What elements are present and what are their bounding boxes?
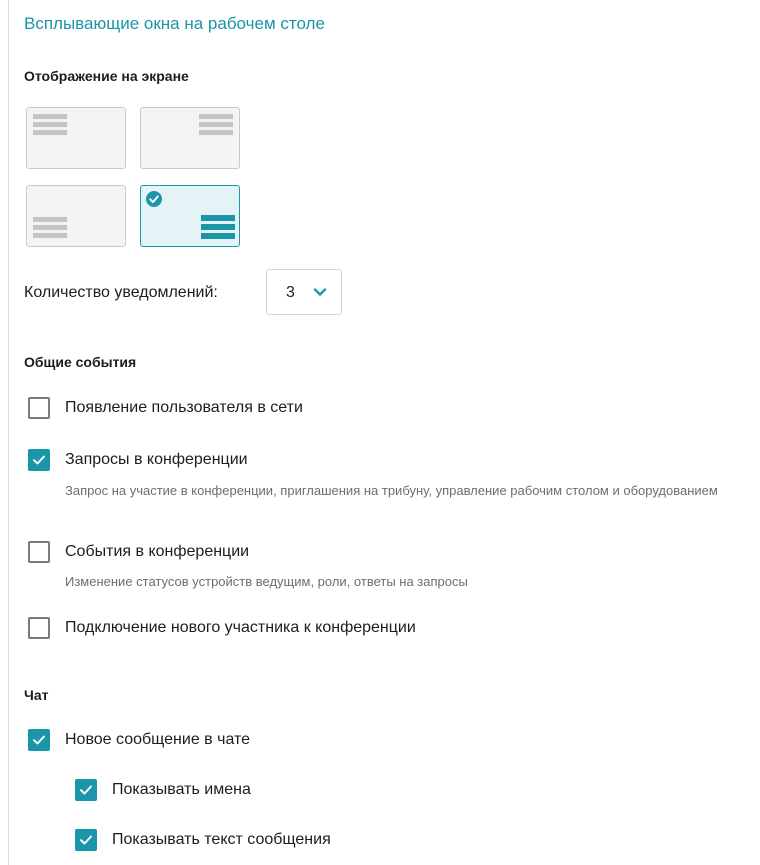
notification-count-label: Количество уведомлений: xyxy=(24,284,218,301)
conference-events-label: События в конференции xyxy=(65,543,250,560)
new-participant-label: Подключение нового участника к конференц… xyxy=(65,619,416,636)
notifications-settings-panel: Всплывающие окна на рабочем столе Отобра… xyxy=(24,0,760,865)
position-bottom-right-option[interactable] xyxy=(140,185,240,247)
top-left-bars-icon xyxy=(33,114,67,138)
position-top-left-option[interactable] xyxy=(26,107,126,169)
position-bottom-left-option[interactable] xyxy=(26,185,126,247)
checkbox-new-chat-message[interactable] xyxy=(28,729,50,751)
show-names-label: Показывать имена xyxy=(112,781,251,798)
checkmark-icon xyxy=(33,735,45,745)
checkbox-user-online[interactable] xyxy=(28,397,50,419)
checkmark-icon xyxy=(33,455,45,465)
panel-border xyxy=(8,0,9,865)
chat-heading: Чат xyxy=(24,687,49,703)
conference-requests-label: Запросы в конференции xyxy=(65,451,248,468)
notification-count-value: 3 xyxy=(286,284,295,301)
bottom-right-bars-icon xyxy=(201,215,235,242)
checkmark-icon xyxy=(80,835,92,845)
page-title: Всплывающие окна на рабочем столе xyxy=(24,14,325,33)
checkmark-icon xyxy=(80,785,92,795)
bottom-left-bars-icon xyxy=(33,217,67,241)
display-heading: Отображение на экране xyxy=(24,68,189,84)
position-top-right-option[interactable] xyxy=(140,107,240,169)
notification-count-select[interactable]: 3 xyxy=(266,269,342,315)
general-events-heading: Общие события xyxy=(24,354,137,370)
selected-check-icon xyxy=(146,191,162,207)
checkbox-show-message-text[interactable] xyxy=(75,829,97,851)
checkbox-conference-requests[interactable] xyxy=(28,449,50,471)
new-chat-message-label: Новое сообщение в чате xyxy=(65,731,251,748)
chevron-down-icon xyxy=(313,288,327,296)
user-online-label: Появление пользователя в сети xyxy=(65,399,303,416)
checkbox-conference-events[interactable] xyxy=(28,541,50,563)
top-right-bars-icon xyxy=(199,114,233,138)
checkbox-new-participant[interactable] xyxy=(28,617,50,639)
conference-requests-description: Запрос на участие в конференции, приглаш… xyxy=(65,483,718,498)
conference-events-description: Изменение статусов устройств ведущим, ро… xyxy=(65,574,468,589)
checkbox-show-names[interactable] xyxy=(75,779,97,801)
show-message-text-label: Показывать текст сообщения xyxy=(112,831,331,848)
